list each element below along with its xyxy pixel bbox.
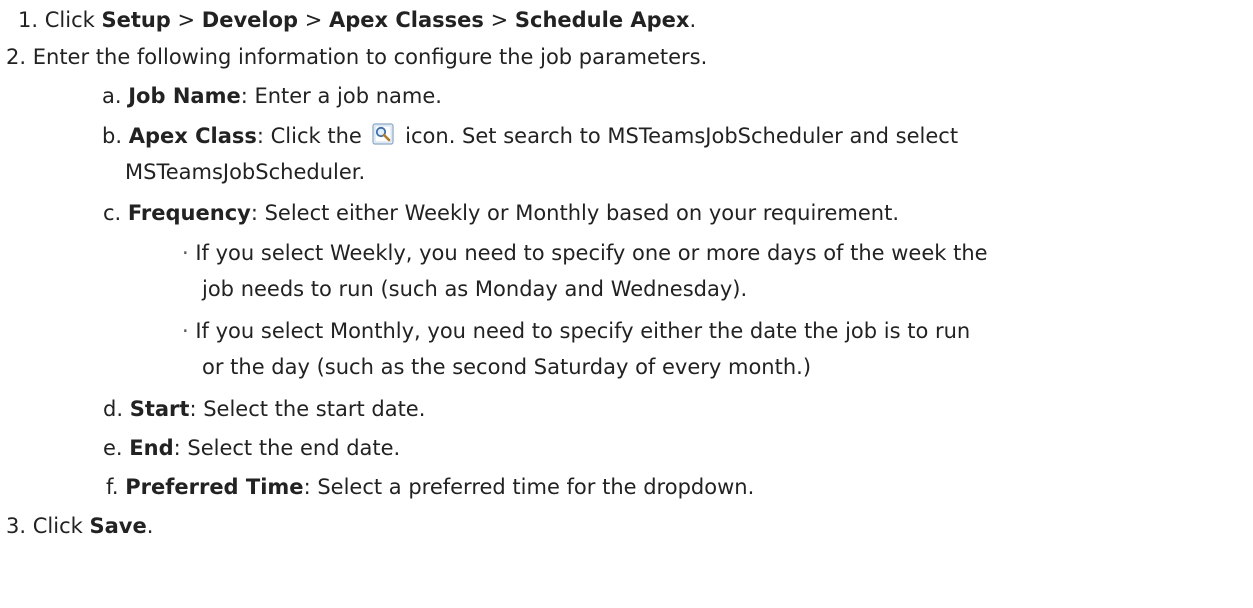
bullet-dot: · — [182, 319, 196, 343]
bullet-dot: · — [182, 241, 196, 265]
substep-b-cont: MSTeamsJobScheduler. — [125, 160, 366, 184]
substep-e-letter: e. — [103, 436, 123, 460]
bullet-monthly-line2: or the day (such as the second Saturday … — [202, 355, 812, 379]
bullet-weekly: · If you select Weekly, you need to spec… — [182, 236, 988, 270]
bullet-weekly-line1: If you select Weekly, you need to specif… — [195, 241, 988, 265]
bullet-weekly-continuation: job needs to run (such as Monday and Wed… — [202, 272, 747, 306]
setup-label: Setup — [101, 8, 171, 32]
apex-classes-label: Apex Classes — [329, 8, 484, 32]
substep-d-text: : Select the start date. — [189, 397, 426, 421]
separator: > — [483, 8, 515, 32]
substep-c-text: : Select either Weekly or Monthly based … — [250, 201, 900, 225]
substep-b-post: icon. Set search to MSTeamsJobScheduler … — [398, 124, 959, 148]
start-label: Start — [129, 397, 190, 421]
substep-f-letter: f. — [106, 475, 119, 499]
substep-f-text: : Select a preferred time for the dropdo… — [303, 475, 755, 499]
instruction-document: 1. Click Setup > Develop > Apex Classes … — [0, 0, 1253, 608]
substep-b-pre: : Click the — [256, 124, 369, 148]
step-3: 3. Click Save. — [6, 509, 153, 543]
lookup-magnifier-icon — [372, 123, 395, 145]
schedule-apex-label: Schedule Apex — [514, 8, 690, 32]
job-name-label: Job Name — [128, 84, 241, 108]
step-1-end: . — [689, 8, 697, 32]
step-2-number: 2. — [6, 45, 27, 69]
substep-a: a. Job Name: Enter a job name. — [102, 79, 442, 113]
preferred-time-label: Preferred Time — [125, 475, 304, 499]
substep-b: b. Apex Class: Click the icon. Set searc… — [102, 119, 958, 153]
separator: > — [298, 8, 330, 32]
step-3-number: 3. — [6, 514, 27, 538]
substep-b-continuation: MSTeamsJobScheduler. — [125, 155, 365, 189]
step-2-text: Enter the following information to confi… — [32, 45, 708, 69]
substep-f: f. Preferred Time: Select a preferred ti… — [106, 470, 754, 504]
step-1-prefix: Click — [44, 8, 102, 32]
step-2: 2. Enter the following information to co… — [6, 40, 707, 74]
bullet-monthly: · If you select Monthly, you need to spe… — [182, 314, 970, 348]
substep-e-text: : Select the end date. — [173, 436, 401, 460]
bullet-weekly-line2: job needs to run (such as Monday and Wed… — [202, 277, 748, 301]
substep-c-letter: c. — [103, 201, 122, 225]
substep-a-letter: a. — [102, 84, 122, 108]
bullet-monthly-continuation: or the day (such as the second Saturday … — [202, 350, 811, 384]
apex-class-label: Apex Class — [128, 124, 257, 148]
step-1-number: 1. — [18, 8, 39, 32]
substep-d: d. Start: Select the start date. — [103, 392, 425, 426]
substep-b-letter: b. — [102, 124, 123, 148]
develop-label: Develop — [201, 8, 299, 32]
bullet-monthly-line1: If you select Monthly, you need to speci… — [195, 319, 971, 343]
step-1: 1. Click Setup > Develop > Apex Classes … — [18, 3, 696, 37]
substep-c: c. Frequency: Select either Weekly or Mo… — [103, 196, 899, 230]
substep-d-letter: d. — [103, 397, 124, 421]
frequency-label: Frequency — [127, 201, 251, 225]
substep-e: e. End: Select the end date. — [103, 431, 400, 465]
save-label: Save — [89, 514, 147, 538]
end-label: End — [129, 436, 174, 460]
separator: > — [170, 8, 202, 32]
step-3-prefix: Click — [32, 514, 90, 538]
substep-a-text: : Enter a job name. — [240, 84, 442, 108]
step-3-end: . — [146, 514, 154, 538]
